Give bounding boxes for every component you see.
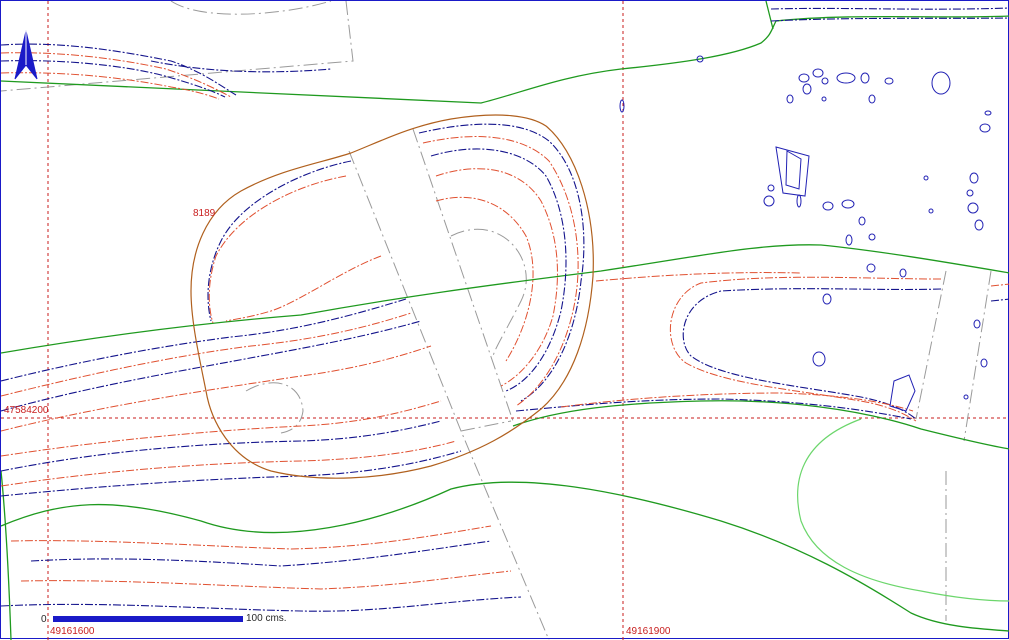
stone	[928, 208, 934, 214]
stone	[866, 263, 876, 273]
inner-pit-grey	[245, 382, 304, 434]
green-line-south-lower	[1, 481, 1009, 632]
trench-edge-left	[348, 150, 550, 640]
inner-contour-grey	[450, 228, 527, 357]
easting-label-left: 49161600	[50, 626, 95, 637]
green-line-south-upper	[512, 400, 1009, 450]
north-arrow-icon	[14, 30, 38, 80]
red-contours	[1, 52, 1009, 590]
stones	[619, 55, 992, 412]
scale-bar-fill	[54, 617, 242, 621]
green-line-north-stub	[765, 1, 774, 30]
stone	[931, 71, 951, 95]
stone	[822, 201, 834, 211]
stone	[984, 110, 992, 116]
contour-red	[990, 283, 1009, 287]
green-line-north	[1, 15, 1009, 104]
stone	[860, 72, 870, 84]
light-green-curve	[797, 418, 1009, 602]
northing-label: 47584200	[4, 405, 49, 416]
easting-label-right: 49161900	[626, 626, 671, 637]
contour-red	[225, 255, 382, 322]
stone	[923, 175, 929, 181]
stone	[889, 374, 916, 412]
green-lines	[1, 1, 1009, 640]
stone	[802, 83, 812, 95]
scale-start-label: 0	[41, 614, 47, 625]
feature-label: 8189	[193, 208, 216, 219]
cut-boundary-top	[1, 1, 354, 92]
map-canvas[interactable]: 8189 47584200 49161600 49161900 0 100 cm…	[0, 0, 1009, 640]
stone	[868, 233, 876, 241]
stone	[786, 94, 794, 104]
stone	[884, 77, 894, 85]
stone	[796, 194, 802, 208]
stone	[963, 394, 969, 400]
stone	[980, 358, 988, 368]
contour-blue-pit-west	[207, 160, 352, 322]
stone	[974, 219, 984, 231]
stone	[812, 68, 824, 78]
contour-red	[560, 392, 914, 412]
stone	[767, 184, 775, 192]
contour-blue	[770, 7, 1009, 10]
stone	[845, 234, 853, 246]
contour-red	[1, 345, 432, 432]
contour-blue	[1, 320, 422, 412]
cut-boundaries	[1, 1, 992, 640]
stone	[821, 77, 829, 85]
stone	[841, 199, 855, 209]
contour-red	[595, 272, 802, 282]
stone	[966, 189, 974, 197]
contour-red	[20, 570, 512, 590]
stone	[822, 293, 832, 305]
trench-end	[460, 420, 512, 432]
stone	[763, 195, 775, 207]
green-line-middle	[1, 244, 1009, 354]
map-drawing	[1, 1, 1009, 640]
stone	[899, 268, 907, 278]
contour-blue	[990, 298, 1009, 302]
contour-red-pit	[435, 168, 558, 387]
stone	[785, 150, 802, 190]
contour-red	[1, 400, 442, 457]
stone	[969, 172, 979, 184]
contour-blue	[30, 540, 492, 567]
trench-edge-east-right	[963, 270, 992, 442]
stone	[798, 73, 810, 83]
cut-boundary-top-arc	[170, 1, 332, 15]
stone	[973, 319, 981, 329]
contour-blue-pit	[418, 123, 585, 402]
contour-blue	[515, 398, 912, 420]
contour-red	[10, 525, 492, 550]
stone	[858, 216, 866, 226]
stone	[812, 351, 826, 367]
stone	[868, 94, 876, 104]
contour-blue-pit	[430, 148, 567, 392]
stone	[821, 96, 827, 102]
stone	[836, 72, 856, 84]
stone	[967, 202, 979, 214]
trench-edge-right	[412, 128, 514, 422]
contour-red-east	[670, 276, 942, 422]
scale-bar	[53, 616, 243, 622]
trench-edge-east-left	[915, 270, 947, 420]
scale-end-label: 100 cms.	[246, 613, 287, 624]
contour-red	[1, 312, 412, 397]
feature-8189-outline[interactable]	[190, 114, 594, 479]
contour-blue	[1, 596, 522, 612]
stone	[979, 123, 991, 133]
blue-contours	[1, 7, 1009, 612]
